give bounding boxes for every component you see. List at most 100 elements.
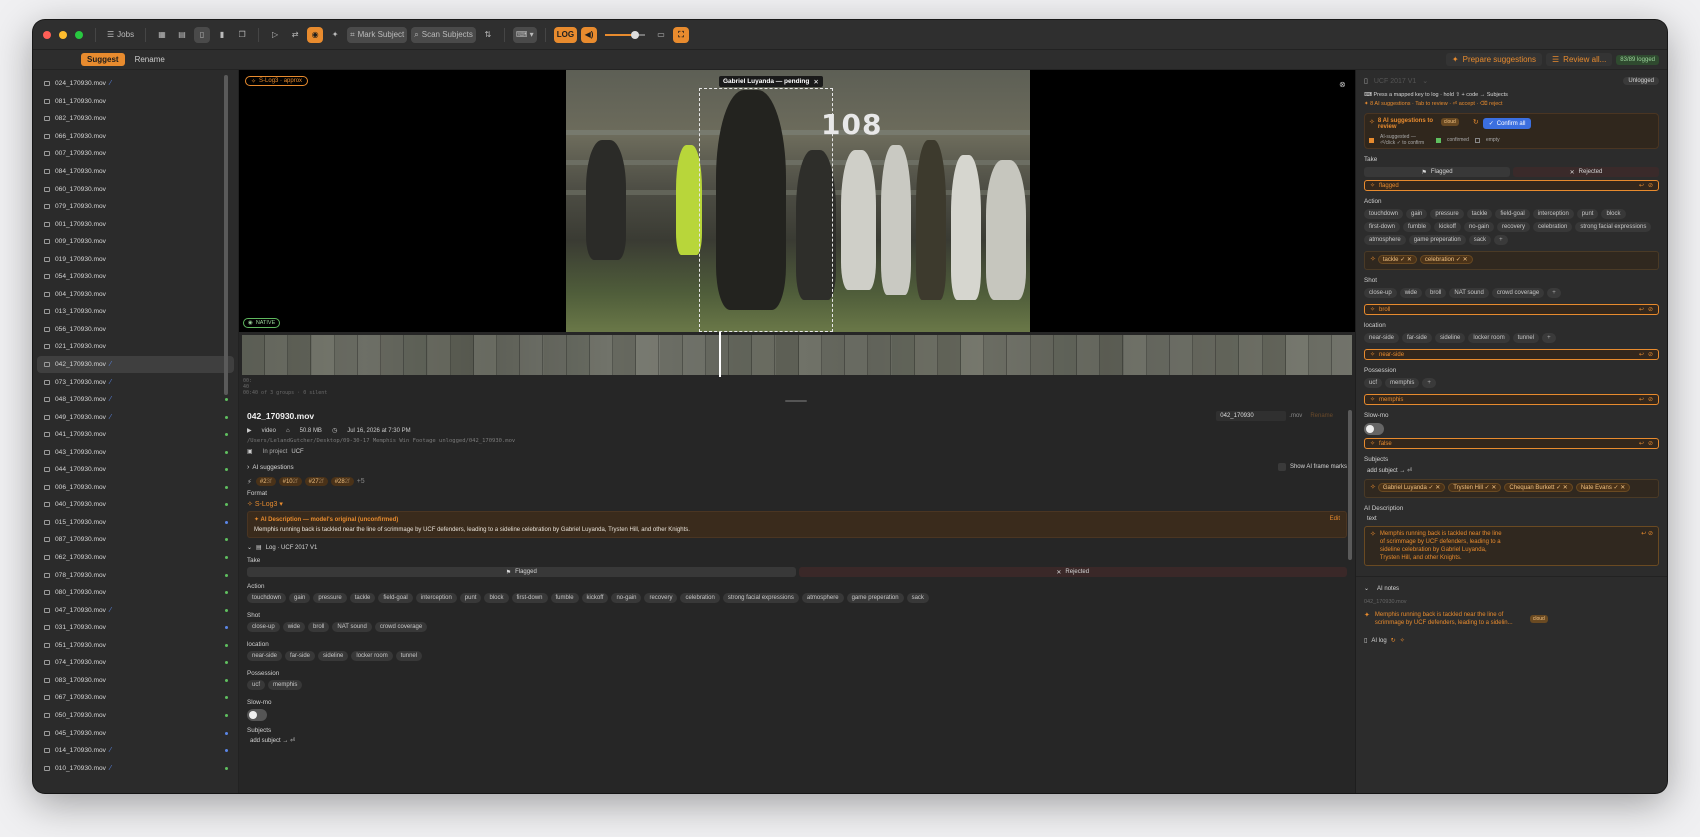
slowmo-toggle[interactable]: [1364, 423, 1384, 435]
subject-pending-tag[interactable]: Gabriel Luyanda — pending ✕: [719, 76, 823, 87]
flagged-button[interactable]: ⚑ Flagged: [1364, 167, 1510, 177]
prepare-suggestions-button[interactable]: ✦ Prepare suggestions: [1445, 53, 1542, 66]
volume-knob[interactable]: [631, 30, 640, 39]
subject-chip[interactable]: Trysten Hill ✓ ✕: [1448, 483, 1502, 492]
ai-suggestions-toggle[interactable]: AI suggestions: [252, 464, 293, 471]
jersey-chip[interactable]: #28 2f: [330, 477, 354, 486]
tag-chip-shot[interactable]: wide: [282, 622, 306, 632]
subject-chip[interactable]: Chequan Burkett ✓ ✕: [1504, 483, 1573, 492]
sidebar-scrollbar[interactable]: [224, 75, 228, 395]
copy-icon[interactable]: ❐: [234, 27, 250, 43]
tag-chip-shot[interactable]: broll: [308, 622, 330, 632]
file-list-item[interactable]: 021_170930.mov: [37, 338, 234, 356]
tag-chip-action[interactable]: celebration: [1532, 222, 1573, 232]
tag-chip-action[interactable]: sack: [906, 593, 929, 603]
refresh-icon[interactable]: ↻: [1391, 637, 1396, 644]
video-viewer[interactable]: 108 Gabriel Luyanda — pending ✕ ✧ S-Log3 ·…: [239, 70, 1355, 332]
film-view-icon[interactable]: ▤: [174, 27, 190, 43]
fit-icon[interactable]: ▭: [653, 27, 669, 43]
file-list-item[interactable]: 043_170930.mov: [37, 443, 234, 461]
suggest-tab[interactable]: Suggest: [81, 53, 125, 66]
file-list-item[interactable]: 013_170930.mov: [37, 303, 234, 321]
file-list-item[interactable]: 082_170930.mov: [37, 110, 234, 128]
rename-button[interactable]: Rename: [1310, 413, 1333, 419]
jersey-chip[interactable]: #10 2f: [278, 477, 302, 486]
file-list-item[interactable]: 067_170930.mov: [37, 689, 234, 707]
scan-subjects-button[interactable]: ⌕ Scan Subjects: [411, 26, 476, 43]
tag-chip-action[interactable]: game preperation: [846, 593, 904, 603]
zoom-window-button[interactable]: [75, 30, 83, 39]
add-subject-input[interactable]: add subject → ⏎: [1367, 467, 1659, 474]
jobs-button[interactable]: ☰ Jobs: [104, 27, 137, 43]
tag-chip-action[interactable]: recovery: [1496, 222, 1530, 232]
tag-chip-action[interactable]: atmosphere: [801, 593, 844, 603]
auto-icon[interactable]: ◉: [307, 26, 324, 43]
file-list-item[interactable]: 050_170930.mov: [37, 707, 234, 725]
reject-icon[interactable]: ⊘: [1648, 306, 1653, 313]
file-list-item[interactable]: 062_170930.mov: [37, 549, 234, 567]
file-list-item[interactable]: 009_170930.mov: [37, 233, 234, 251]
slowmo-suggestion[interactable]: ✧ false ↩ ⊘: [1364, 438, 1659, 449]
tag-chip-action[interactable]: pressure: [1430, 209, 1464, 219]
location-suggestion[interactable]: ✧ near-side ↩ ⊘: [1364, 349, 1659, 360]
file-list-item[interactable]: 083_170930.mov: [37, 672, 234, 690]
jersey-chip[interactable]: #2 3f: [255, 477, 276, 486]
tag-chip-action[interactable]: kickoff: [1434, 222, 1461, 232]
shot-suggestion[interactable]: ✧ broll ↩ ⊘: [1364, 304, 1659, 315]
file-list-item[interactable]: 044_170930.mov: [37, 461, 234, 479]
tag-chip-location[interactable]: sideline: [1435, 333, 1466, 343]
rejected-button[interactable]: ✕ Rejected: [1513, 167, 1659, 177]
file-list-item[interactable]: 040_170930.mov: [37, 496, 234, 514]
add-tag-button[interactable]: +: [1422, 378, 1436, 388]
file-list-item[interactable]: 001_170930.mov: [37, 215, 234, 233]
tag-chip-action[interactable]: first-down: [511, 593, 548, 603]
tag-chip-action[interactable]: gain: [289, 593, 311, 603]
file-list-item[interactable]: 048_170930.mov ⁄: [37, 391, 234, 409]
file-list-item[interactable]: 080_170930.mov: [37, 584, 234, 602]
subject-chip[interactable]: Nate Evans ✓ ✕: [1575, 483, 1631, 492]
tag-chip-possession[interactable]: ucf: [1364, 378, 1383, 388]
fullscreen-icon[interactable]: ⛶: [673, 26, 690, 43]
format-dropdown[interactable]: ✧ S-Log3 ▾: [247, 500, 1347, 508]
file-list-item[interactable]: 056_170930.mov: [37, 321, 234, 339]
details-scrollbar[interactable]: [1348, 410, 1352, 560]
tag-chip-location[interactable]: tunnel: [395, 651, 423, 661]
file-list-item[interactable]: 031_170930.mov: [37, 619, 234, 637]
reject-icon[interactable]: ⊘: [1648, 396, 1653, 403]
file-list-item[interactable]: 073_170930.mov ⁄: [37, 373, 234, 391]
chevron-right-icon[interactable]: ›: [247, 464, 249, 471]
file-list-item[interactable]: 045_170930.mov: [37, 724, 234, 742]
tag-chip-action[interactable]: recovery: [644, 593, 678, 603]
wand-icon[interactable]: ✧: [1400, 637, 1405, 644]
tag-chip-action[interactable]: field-goal: [378, 593, 413, 603]
tag-chip-location[interactable]: locker room: [351, 651, 393, 661]
tag-chip-shot[interactable]: crowd coverage: [374, 622, 428, 632]
tag-chip-location[interactable]: far-side: [285, 651, 316, 661]
file-list-item[interactable]: 047_170930.mov ⁄: [37, 601, 234, 619]
accept-icon[interactable]: ↩: [1639, 351, 1644, 358]
add-tag-button[interactable]: +: [1542, 333, 1556, 343]
tag-chip-action[interactable]: punt: [459, 593, 482, 603]
wand-icon[interactable]: ✦: [327, 27, 343, 43]
flagged-button[interactable]: ⚑ Flagged: [247, 567, 796, 577]
add-tag-button[interactable]: +: [1494, 235, 1508, 245]
tag-chip-action[interactable]: block: [1601, 209, 1626, 219]
loop-icon[interactable]: ⇄: [287, 27, 303, 43]
tag-chip-action[interactable]: kickoff: [581, 593, 609, 603]
tag-chip-shot[interactable]: broll: [1425, 288, 1447, 298]
tag-chip-location[interactable]: tunnel: [1512, 333, 1540, 343]
tag-chip-action[interactable]: tackle: [1466, 209, 1493, 219]
log-section-title[interactable]: Log · UCF 2017 V1: [266, 545, 318, 551]
selected-action-chip[interactable]: tackle ✓ ✕: [1377, 255, 1417, 264]
tag-chip-action[interactable]: fumble: [550, 593, 579, 603]
subject-chip[interactable]: Gabriel Luyanda ✓ ✕: [1377, 483, 1446, 492]
reject-icon[interactable]: ⊘: [1648, 351, 1653, 358]
rejected-button[interactable]: ✕ Rejected: [798, 567, 1347, 577]
file-list-item[interactable]: 079_170930.mov: [37, 198, 234, 216]
tag-chip-action[interactable]: strong facial expressions: [1575, 222, 1652, 232]
ai-description-box[interactable]: ✧ Memphis running back is tackled near t…: [1364, 526, 1659, 566]
audio-icon[interactable]: ◀): [581, 26, 598, 43]
file-list-item[interactable]: 084_170930.mov: [37, 163, 234, 181]
slowmo-toggle[interactable]: [247, 709, 267, 721]
file-list-item[interactable]: 074_170930.mov: [37, 654, 234, 672]
